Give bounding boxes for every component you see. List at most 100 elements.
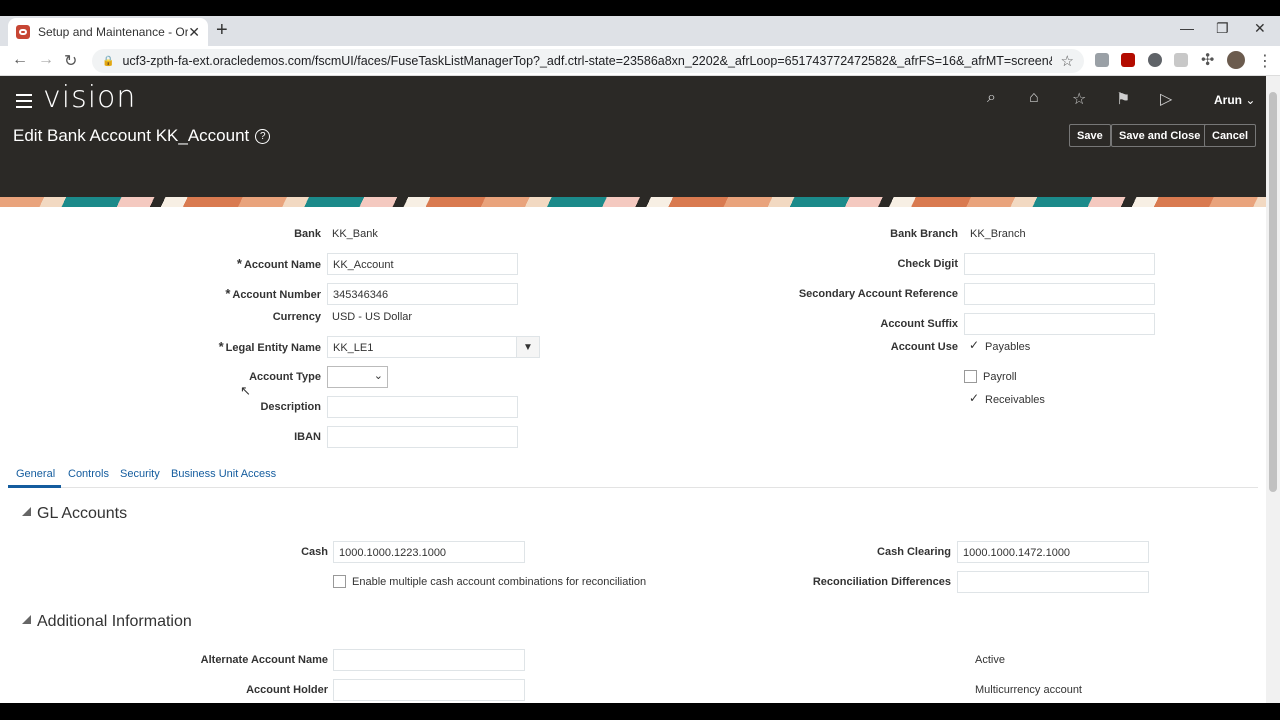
account-name-label-text: Account Name <box>243 259 321 271</box>
scrollbar[interactable] <box>1266 76 1280 703</box>
search-icon[interactable]: ⌕ <box>987 89 996 107</box>
browser-tab[interactable]: Setup and Maintenance - Oracle ✕ <box>8 18 208 46</box>
browser-menu-icon[interactable]: ⋮ <box>1257 51 1273 71</box>
extension-icon[interactable] <box>1174 53 1188 67</box>
close-tab-icon[interactable]: ✕ <box>188 24 200 41</box>
legal-entity-label-text: Legal Entity Name <box>225 342 321 354</box>
payroll-checkbox[interactable] <box>964 370 977 383</box>
save-button[interactable]: Save <box>1069 124 1111 147</box>
pdf-extension-icon[interactable] <box>1121 53 1135 67</box>
receivables-label: Receivables <box>985 394 1045 406</box>
scrollbar-thumb[interactable] <box>1269 92 1277 492</box>
bookmark-star-icon[interactable]: ☆ <box>1061 52 1074 70</box>
collapse-triangle-icon[interactable] <box>22 507 31 516</box>
multicurrency-label: Multicurrency account <box>975 684 1082 696</box>
main-content: Bank KK_Bank * Account Name KK_Account * A… <box>0 207 1266 703</box>
multi-cash-checkbox[interactable] <box>333 575 346 588</box>
brand-logo[interactable]: vision <box>43 80 136 115</box>
new-tab-icon[interactable]: + <box>216 19 228 42</box>
chevron-down-icon: ⌄ <box>1245 93 1256 107</box>
window-close-icon[interactable]: ✕ <box>1254 20 1266 37</box>
forward-icon[interactable]: → <box>38 51 54 69</box>
puzzle-extensions-icon[interactable]: ✣ <box>1201 50 1214 70</box>
account-name-label: * Account Name <box>237 256 321 271</box>
shield-extension-icon[interactable] <box>1095 53 1109 67</box>
home-icon[interactable]: ⌂ <box>1029 89 1039 107</box>
additional-information-section[interactable]: Additional Information <box>22 613 192 631</box>
bank-value: KK_Bank <box>332 228 378 240</box>
browser-tab-title: Setup and Maintenance - Oracle <box>38 25 188 39</box>
restore-icon[interactable]: ❐ <box>1216 20 1229 37</box>
account-use-label: Account Use <box>890 341 958 353</box>
account-name-input[interactable]: KK_Account <box>327 253 518 275</box>
profile-avatar[interactable] <box>1227 51 1245 69</box>
minimize-icon[interactable]: — <box>1180 20 1194 36</box>
record-extension-icon[interactable] <box>1148 53 1162 67</box>
account-number-label-text: Account Number <box>232 289 321 301</box>
chevron-down-icon: ⌄ <box>373 370 383 382</box>
decorative-banner <box>0 197 1266 207</box>
bank-label: Bank <box>294 228 321 240</box>
additional-information-title: Additional Information <box>37 613 192 630</box>
account-type-label: Account Type <box>249 371 321 383</box>
gl-accounts-section[interactable]: GL Accounts <box>22 505 127 523</box>
gl-accounts-title: GL Accounts <box>37 505 128 522</box>
account-number-input[interactable]: 345346346 <box>327 283 518 305</box>
user-name: Arun <box>1214 93 1242 107</box>
notifications-icon[interactable]: ▷ <box>1160 89 1172 109</box>
collapse-triangle-icon[interactable] <box>22 615 31 624</box>
account-holder-input[interactable] <box>333 679 525 701</box>
reconciliation-differences-label: Reconciliation Differences <box>812 576 951 588</box>
url-text: ucf3-zpth-fa-ext.oracledemos.com/fscmUI/… <box>122 54 1053 68</box>
account-holder-label: Account Holder <box>246 684 328 696</box>
receivables-check-icon[interactable]: ✓ <box>969 391 979 405</box>
required-asterisk: * <box>218 339 224 354</box>
tab-business-unit-access[interactable]: Business Unit Access <box>171 468 276 480</box>
cash-clearing-input[interactable]: 1000.1000.1472.1000 <box>957 541 1149 563</box>
legal-entity-label: * Legal Entity Name <box>219 339 321 354</box>
payables-check-icon[interactable]: ✓ <box>969 338 979 352</box>
bank-branch-label: Bank Branch <box>890 228 958 240</box>
watchlist-flag-icon[interactable]: ⚑ <box>1116 89 1130 109</box>
secondary-reference-input[interactable] <box>964 283 1155 305</box>
cash-input[interactable]: 1000.1000.1223.1000 <box>333 541 525 563</box>
check-digit-input[interactable] <box>964 253 1155 275</box>
alternate-account-name-label: Alternate Account Name <box>200 654 328 666</box>
legal-entity-input[interactable]: KK_LE1 <box>327 336 517 358</box>
cash-label: Cash <box>301 546 328 558</box>
cancel-button[interactable]: Cancel <box>1204 124 1257 147</box>
iban-label: IBAN <box>294 431 321 443</box>
secondary-reference-label: Secondary Account Reference <box>798 288 958 300</box>
description-input[interactable] <box>327 396 518 418</box>
address-bar: ← → ↻ 🔒 ucf3-zpth-fa-ext.oracledemos.com… <box>0 46 1280 76</box>
help-icon[interactable]: ? <box>255 129 271 144</box>
tab-general[interactable]: General <box>16 468 55 480</box>
alternate-account-name-input[interactable] <box>333 649 525 671</box>
page-title-text: Edit Bank Account KK_Account <box>13 126 250 145</box>
account-number-label: * Account Number <box>225 286 321 301</box>
account-suffix-input[interactable] <box>964 313 1155 335</box>
reconciliation-differences-input[interactable] <box>957 571 1149 593</box>
required-asterisk: * <box>225 286 231 301</box>
tab-security[interactable]: Security <box>120 468 160 480</box>
save-and-close-button[interactable]: Save and Close <box>1111 124 1209 147</box>
hamburger-menu-icon[interactable] <box>16 94 32 112</box>
url-field[interactable]: 🔒 ucf3-zpth-fa-ext.oracledemos.com/fscmU… <box>92 49 1084 73</box>
legal-entity-dropdown-icon[interactable]: ▼ <box>516 336 540 358</box>
cash-clearing-label: Cash Clearing <box>877 546 951 558</box>
user-menu[interactable]: Arun ⌄ <box>1214 93 1255 107</box>
account-suffix-label: Account Suffix <box>880 318 958 330</box>
favorites-star-icon[interactable]: ☆ <box>1072 89 1086 109</box>
tab-controls[interactable]: Controls <box>68 468 109 480</box>
mouse-cursor-icon: ↖ <box>240 383 251 398</box>
lock-icon: 🔒 <box>102 55 115 67</box>
account-type-select[interactable]: ⌄ <box>327 366 388 388</box>
browser-tabstrip: Setup and Maintenance - Oracle ✕ + — ❐ ✕ <box>0 16 1280 46</box>
iban-input[interactable] <box>327 426 518 448</box>
required-asterisk: * <box>236 256 242 271</box>
description-label: Description <box>260 401 321 413</box>
active-label: Active <box>975 654 1005 666</box>
currency-value: USD - US Dollar <box>332 311 413 323</box>
back-icon[interactable]: ← <box>12 51 28 69</box>
reload-icon[interactable]: ↻ <box>64 51 77 71</box>
